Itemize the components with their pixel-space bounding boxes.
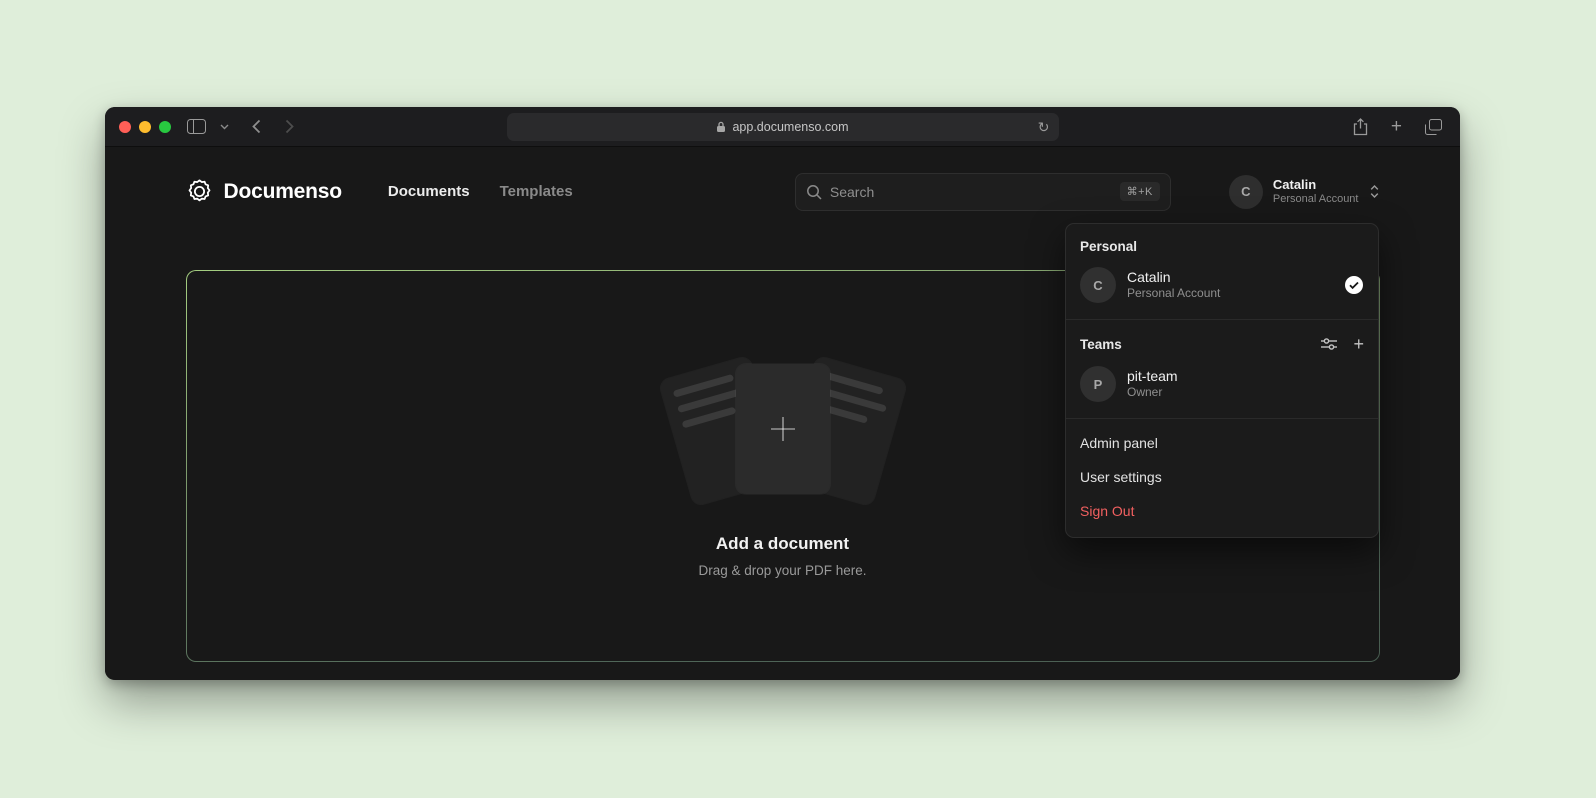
close-button[interactable] xyxy=(119,121,131,133)
new-tab-button[interactable]: + xyxy=(1391,117,1402,136)
menu-item-admin-panel[interactable]: Admin panel xyxy=(1066,426,1378,460)
dropzone-subtitle: Drag & drop your PDF here. xyxy=(698,563,866,578)
minimize-button[interactable] xyxy=(139,121,151,133)
titlebar-actions: + xyxy=(1353,117,1446,136)
lock-icon xyxy=(716,121,726,133)
zoom-button[interactable] xyxy=(159,121,171,133)
account-name: Catalin xyxy=(1273,177,1359,193)
account-subtitle: Personal Account xyxy=(1273,193,1359,207)
avatar: C xyxy=(1080,267,1116,303)
team-settings-icon[interactable] xyxy=(1320,337,1338,351)
team-name: pit-team xyxy=(1127,367,1178,385)
avatar: C xyxy=(1229,175,1263,209)
menu-item-sign-out[interactable]: Sign Out xyxy=(1066,494,1378,528)
back-button[interactable] xyxy=(251,119,261,134)
address-bar[interactable]: app.documenso.com ↻ xyxy=(507,113,1059,141)
tab-overview-icon[interactable] xyxy=(1425,119,1442,135)
search-shortcut-badge: ⌘+K xyxy=(1120,182,1160,201)
chevron-updown-icon xyxy=(1369,184,1380,199)
menu-item-user-settings[interactable]: User settings xyxy=(1066,460,1378,494)
document-card-front xyxy=(736,364,830,494)
personal-account-item[interactable]: C Catalin Personal Account xyxy=(1066,261,1378,309)
check-circle-icon xyxy=(1344,275,1364,295)
sidebar-toggle-icon[interactable] xyxy=(187,119,206,134)
browser-window: app.documenso.com ↻ + Documen xyxy=(105,107,1460,680)
search-input[interactable]: Search ⌘+K xyxy=(795,173,1171,211)
nav-templates[interactable]: Templates xyxy=(500,183,573,200)
plus-icon xyxy=(768,414,798,444)
brand-name: Documenso xyxy=(224,180,342,204)
traffic-lights xyxy=(119,121,171,133)
share-icon[interactable] xyxy=(1353,118,1368,136)
main-nav: Documents Templates xyxy=(388,183,573,200)
brand-link[interactable]: Documenso xyxy=(186,178,342,205)
browser-titlebar: app.documenso.com ↻ + xyxy=(105,107,1460,147)
account-menu: Personal C Catalin Personal Account Team… xyxy=(1065,223,1379,538)
account-menu-trigger[interactable]: C Catalin Personal Account xyxy=(1229,175,1380,209)
nav-documents[interactable]: Documents xyxy=(388,183,470,200)
documenso-logo-icon xyxy=(186,178,213,205)
avatar: P xyxy=(1080,366,1116,402)
teams-section-label: Teams xyxy=(1080,337,1122,352)
reload-button[interactable]: ↻ xyxy=(1038,120,1050,134)
add-team-button[interactable]: + xyxy=(1353,335,1364,353)
forward-button[interactable] xyxy=(285,119,295,134)
personal-account-subtitle: Personal Account xyxy=(1127,286,1220,302)
personal-section-label: Personal xyxy=(1080,239,1137,254)
url-text: app.documenso.com xyxy=(732,120,848,134)
team-item[interactable]: P pit-team Owner xyxy=(1066,360,1378,408)
dropzone-title: Add a document xyxy=(716,534,849,554)
personal-account-name: Catalin xyxy=(1127,268,1220,286)
team-role: Owner xyxy=(1127,385,1178,401)
search-placeholder: Search xyxy=(830,184,874,200)
documents-illustration xyxy=(668,354,898,506)
sidebar-chevron-icon[interactable] xyxy=(220,124,229,130)
search-icon xyxy=(806,184,822,200)
